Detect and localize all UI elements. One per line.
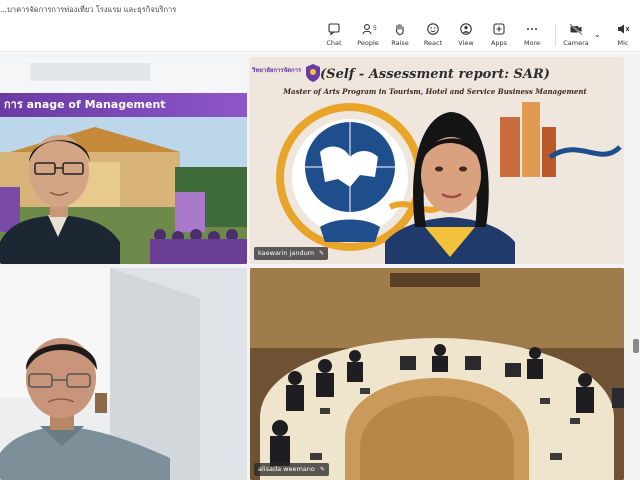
participant-name: kaewarin jandum xyxy=(258,249,315,257)
people-label: People xyxy=(357,39,379,47)
participant-1-video-frame xyxy=(0,57,247,264)
pin-icon: ✎ xyxy=(319,466,325,473)
smiley-icon xyxy=(416,22,450,38)
slide-subtitle: Master of Arts Program in Tourism, Hotel… xyxy=(283,87,587,96)
participant-4-video-frame xyxy=(250,268,624,480)
participant-3-video-frame xyxy=(0,268,247,480)
college-banner: การ anage of Management xyxy=(0,93,247,117)
pin-icon: ✎ xyxy=(319,250,325,257)
camera-options-chevron-icon[interactable]: ⌄ xyxy=(594,30,601,39)
participant-name: alisada weemano xyxy=(258,465,315,473)
people-button[interactable]: 5 People xyxy=(351,22,385,50)
more-button[interactable]: More xyxy=(515,22,549,50)
mic-label: Mic xyxy=(617,39,629,47)
stage-scroll-handle[interactable] xyxy=(633,339,639,353)
speaker-icon xyxy=(606,22,640,38)
more-dots-icon xyxy=(515,22,549,38)
camera-off-icon xyxy=(559,22,593,38)
toolbar-divider xyxy=(555,24,556,46)
camera-label: Camera xyxy=(563,39,589,47)
apps-label: Apps xyxy=(490,39,508,47)
video-stage: การ anage of Management วิทยาลัยการจัดกา… xyxy=(0,53,640,480)
apps-button[interactable]: Apps xyxy=(482,22,516,50)
video-tile-participant-3[interactable] xyxy=(0,268,247,480)
video-tile-participant-4[interactable]: alisada weemano ✎ xyxy=(250,268,624,480)
meeting-title: ...บาคารจัดการการท่องเที่ยว โรงแรม และธุ… xyxy=(0,5,177,14)
camera-button[interactable]: Camera xyxy=(559,22,593,50)
react-button[interactable]: React xyxy=(416,22,450,50)
react-label: React xyxy=(423,39,443,47)
video-tile-participant-1[interactable]: การ anage of Management xyxy=(0,57,247,264)
chat-icon xyxy=(317,22,351,38)
view-icon xyxy=(449,22,483,38)
slide-title: (Self - Assessment report: SAR) xyxy=(320,67,550,82)
participant-name-tag: kaewarin jandum ✎ xyxy=(254,247,329,260)
meeting-topbar: ...บาคารจัดการการท่องเที่ยว โรงแรม และธุ… xyxy=(0,0,640,52)
video-tile-participant-2[interactable]: วิทยาลัยการจัดการ (Self - Assessment rep… xyxy=(250,57,624,264)
people-count-badge: 5 xyxy=(373,25,377,32)
more-label: More xyxy=(523,39,541,47)
plus-apps-icon xyxy=(482,22,516,38)
view-button[interactable]: View xyxy=(449,22,483,50)
hand-icon xyxy=(383,22,417,38)
people-icon xyxy=(351,22,385,38)
chat-button[interactable]: Chat xyxy=(317,22,351,50)
view-label: View xyxy=(458,39,474,47)
participant-name-tag: alisada weemano ✎ xyxy=(254,463,329,476)
raise-label: Raise xyxy=(391,39,409,47)
mic-button[interactable]: Mic xyxy=(606,22,640,50)
raise-hand-button[interactable]: Raise xyxy=(383,22,417,50)
chat-label: Chat xyxy=(326,39,342,47)
